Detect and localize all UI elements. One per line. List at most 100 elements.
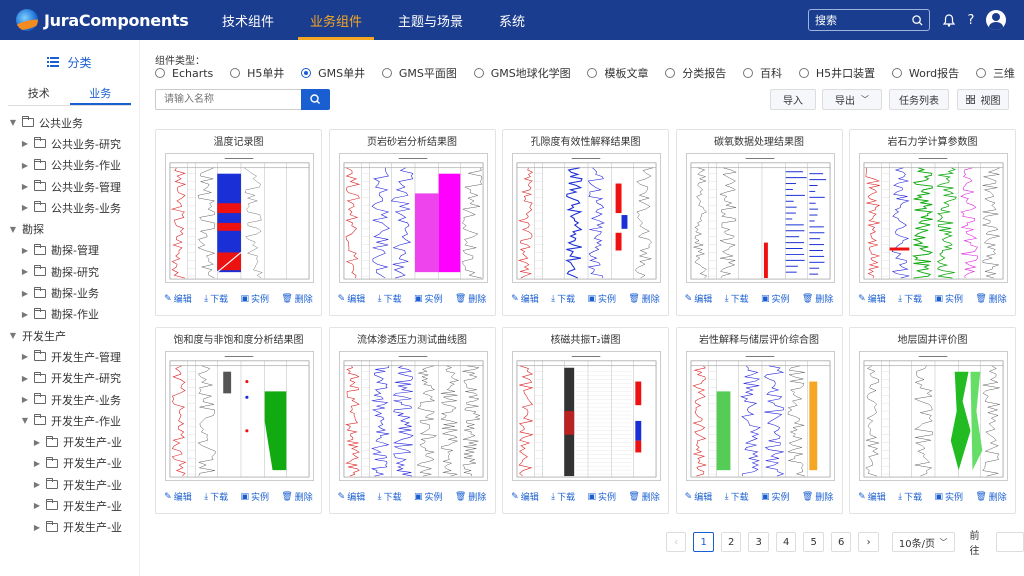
page-size-select[interactable]: 10条/页 ﹀ bbox=[891, 532, 955, 552]
component-card[interactable]: 页岩砂岩分析结果图 ━━━━━━━━━━━━ ✎ 编辑 ⤓ 下载 ▣ 实例 🗑 删除 bbox=[328, 129, 496, 316]
card-edit-button[interactable]: ✎ 编辑 bbox=[685, 292, 713, 306]
tree-item[interactable]: ▶ 开发生产-管理 bbox=[0, 346, 139, 367]
card-download-button[interactable]: ⤓ 下载 bbox=[898, 292, 922, 306]
card-download-button[interactable]: ⤓ 下载 bbox=[204, 292, 228, 306]
type-radio-6[interactable]: 分类报告 bbox=[665, 65, 726, 81]
nav-item-2[interactable]: 主题与场景 bbox=[380, 0, 481, 40]
card-thumbnail[interactable]: ━━━━━━━━━━━━ bbox=[512, 153, 661, 283]
view-button[interactable]: 视图 bbox=[957, 89, 1009, 110]
chevron-right-icon[interactable]: ▶ bbox=[32, 523, 42, 532]
tree-item[interactable]: ▶ 开发生产-研究 bbox=[0, 368, 139, 389]
card-example-button[interactable]: ▣ 实例 bbox=[934, 292, 963, 306]
card-example-button[interactable]: ▣ 实例 bbox=[934, 490, 963, 504]
type-radio-2[interactable]: GMS单井 bbox=[301, 65, 365, 81]
import-button[interactable]: 导入 bbox=[770, 89, 816, 110]
page-button[interactable]: 6 bbox=[830, 532, 852, 552]
card-delete-button[interactable]: 🗑 删除 bbox=[628, 292, 659, 306]
name-search-button[interactable] bbox=[301, 89, 330, 110]
type-radio-0[interactable]: Echarts bbox=[155, 67, 213, 80]
page-button[interactable]: 2 bbox=[720, 532, 742, 552]
tab-business[interactable]: 业务 bbox=[69, 84, 131, 105]
tree-item[interactable]: ▶ 公共业务-研究 bbox=[0, 133, 139, 154]
component-card[interactable]: 核磁共振T₂谱图 ━━━━━━━━━━━━ ✎ 编辑 ⤓ 下载 ▣ 实例 🗑 删除 bbox=[502, 327, 669, 514]
chevron-right-icon[interactable]: ▶ bbox=[20, 182, 30, 191]
card-edit-button[interactable]: ✎ 编辑 bbox=[858, 292, 886, 306]
chevron-right-icon[interactable]: ▶ bbox=[20, 352, 30, 361]
card-example-button[interactable]: ▣ 实例 bbox=[587, 292, 616, 306]
tree-item[interactable]: ▶ 勘探-管理 bbox=[0, 240, 139, 261]
tree-item[interactable]: ▶ 勘探-研究 bbox=[0, 261, 139, 282]
nav-item-0[interactable]: 技术组件 bbox=[204, 0, 292, 40]
chevron-down-icon[interactable]: ▼ bbox=[20, 416, 30, 425]
type-radio-10[interactable]: 三维 bbox=[975, 65, 1015, 81]
tree-item[interactable]: ▼ 开发生产 bbox=[0, 325, 139, 346]
tree-item[interactable]: ▶ 开发生产-业 bbox=[0, 431, 139, 452]
task-list-button[interactable]: 任务列表 bbox=[889, 89, 949, 110]
card-download-button[interactable]: ⤓ 下载 bbox=[551, 490, 575, 504]
card-edit-button[interactable]: ✎ 编辑 bbox=[338, 292, 366, 306]
user-avatar[interactable] bbox=[986, 10, 1006, 30]
card-edit-button[interactable]: ✎ 编辑 bbox=[511, 292, 539, 306]
card-thumbnail[interactable]: ━━━━━━━━━━━━ bbox=[165, 153, 314, 283]
tree-item[interactable]: ▼ 公共业务 bbox=[0, 112, 139, 133]
chevron-right-icon[interactable]: ▶ bbox=[32, 438, 42, 447]
tree-item[interactable]: ▶ 开发生产-业 bbox=[0, 474, 139, 495]
component-card[interactable]: 岩石力学计算参数图 ━━━━━━━━━━━━ ✎ 编辑 ⤓ 下载 ▣ 实例 🗑 删除 bbox=[849, 129, 1016, 316]
name-search-input[interactable] bbox=[155, 89, 301, 110]
card-thumbnail[interactable]: ━━━━━━━━━━━━ bbox=[338, 351, 488, 481]
component-card[interactable]: 流体渗透压力测试曲线图 ━━━━━━━━━━━━ ✎ 编辑 ⤓ 下载 ▣ 实例 🗑 删除 bbox=[328, 327, 496, 514]
component-card[interactable]: 温度记录图 ━━━━━━━━━━━━ ✎ 编辑 ⤓ 下载 ▣ 实例 🗑 删除 bbox=[155, 129, 322, 316]
card-thumbnail[interactable]: ━━━━━━━━━━━━ bbox=[165, 351, 314, 481]
chevron-right-icon[interactable]: ▶ bbox=[20, 289, 30, 298]
tree-item[interactable]: ▼ 勘探 bbox=[0, 218, 139, 239]
card-delete-button[interactable]: 🗑 删除 bbox=[455, 490, 486, 504]
tree-item[interactable]: ▶ 公共业务-管理 bbox=[0, 176, 139, 197]
card-thumbnail[interactable]: ━━━━━━━━━━━━ bbox=[512, 351, 661, 481]
type-radio-9[interactable]: Word报告 bbox=[891, 65, 959, 81]
chevron-right-icon[interactable]: ▶ bbox=[32, 501, 42, 510]
header-search[interactable]: 搜索 bbox=[808, 9, 930, 31]
card-delete-button[interactable]: 🗑 删除 bbox=[281, 292, 312, 306]
card-edit-button[interactable]: ✎ 编辑 bbox=[164, 490, 192, 504]
card-download-button[interactable]: ⤓ 下载 bbox=[378, 490, 402, 504]
card-download-button[interactable]: ⤓ 下载 bbox=[898, 490, 922, 504]
card-edit-button[interactable]: ✎ 编辑 bbox=[338, 490, 366, 504]
component-card[interactable]: 地层固井评价图 ━━━━━━━━━━━━ ✎ 编辑 ⤓ 下载 ▣ 实例 🗑 删除 bbox=[849, 327, 1016, 514]
card-delete-button[interactable]: 🗑 删除 bbox=[455, 292, 486, 306]
card-download-button[interactable]: ⤓ 下载 bbox=[551, 292, 575, 306]
type-radio-4[interactable]: GMS地球化学图 bbox=[473, 65, 571, 81]
export-button[interactable]: 导出 ﹀ bbox=[822, 89, 882, 110]
card-download-button[interactable]: ⤓ 下载 bbox=[378, 292, 402, 306]
chevron-right-icon[interactable]: ▶ bbox=[20, 395, 30, 404]
chevron-down-icon[interactable]: ▼ bbox=[8, 118, 18, 127]
brand-logo[interactable]: JuraComponents bbox=[16, 9, 196, 31]
tree-item[interactable]: ▶ 开发生产-业 bbox=[0, 453, 139, 474]
chevron-right-icon[interactable]: ▶ bbox=[20, 246, 30, 255]
chevron-right-icon[interactable]: ▶ bbox=[20, 310, 30, 319]
chevron-right-icon[interactable]: ▶ bbox=[20, 139, 30, 148]
card-thumbnail[interactable]: ━━━━━━━━━━━━ bbox=[338, 153, 488, 283]
tree-item[interactable]: ▶ 开发生产-业 bbox=[0, 495, 139, 516]
tree-item[interactable]: ▶ 勘探-业务 bbox=[0, 282, 139, 303]
card-delete-button[interactable]: 🗑 删除 bbox=[802, 292, 833, 306]
card-download-button[interactable]: ⤓ 下载 bbox=[725, 292, 749, 306]
nav-item-1[interactable]: 业务组件 bbox=[292, 0, 380, 40]
page-button[interactable]: 3 bbox=[748, 532, 769, 552]
chevron-right-icon[interactable]: ▶ bbox=[20, 203, 30, 212]
chevron-down-icon[interactable]: ▼ bbox=[8, 225, 18, 234]
nav-item-3[interactable]: 系统 bbox=[481, 0, 543, 40]
type-radio-5[interactable]: 模板文章 bbox=[587, 65, 648, 81]
card-example-button[interactable]: ▣ 实例 bbox=[761, 490, 790, 504]
tree-item[interactable]: ▶ 公共业务-作业 bbox=[0, 155, 139, 176]
card-delete-button[interactable]: 🗑 删除 bbox=[975, 292, 1006, 306]
card-thumbnail[interactable]: ━━━━━━━━━━━━ bbox=[859, 153, 1008, 283]
card-edit-button[interactable]: ✎ 编辑 bbox=[511, 490, 539, 504]
chevron-down-icon[interactable]: ▼ bbox=[8, 331, 18, 340]
type-radio-1[interactable]: H5单井 bbox=[230, 65, 284, 81]
card-example-button[interactable]: ▣ 实例 bbox=[240, 292, 269, 306]
card-thumbnail[interactable]: ━━━━━━━━━━━━ bbox=[859, 351, 1008, 481]
bell-icon[interactable] bbox=[940, 11, 958, 29]
component-card[interactable]: 岩性解释与储层评价综合图 ━━━━━━━━━━━━ ✎ 编辑 ⤓ 下载 ▣ 实例 🗑 删除 bbox=[675, 327, 843, 514]
card-example-button[interactable]: ▣ 实例 bbox=[414, 292, 443, 306]
chevron-right-icon[interactable]: ▶ bbox=[20, 374, 30, 383]
